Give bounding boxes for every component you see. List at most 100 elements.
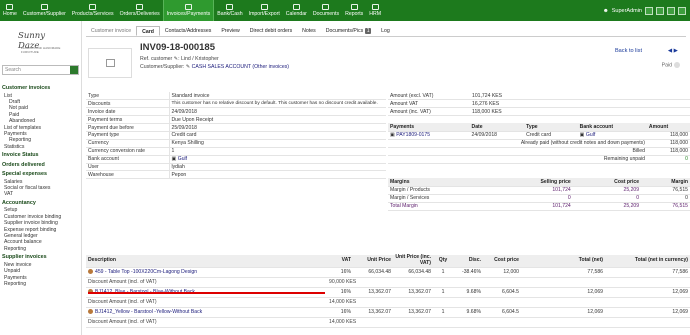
- sidebar-item-accountancy[interactable]: Accountancy: [2, 200, 80, 208]
- line-spacer: [433, 297, 690, 308]
- info-value: Kenya Shilling: [169, 139, 386, 148]
- product-link[interactable]: BJ1412_Yellow - Barstool -Yellow-Without…: [95, 309, 202, 315]
- lines-header-unit-price-inc-vat: Unit Price (inc. VAT): [393, 254, 433, 268]
- lines-header-total-net: Total (net): [521, 255, 605, 268]
- tab-notes[interactable]: Notes: [297, 26, 321, 36]
- payment-cell[interactable]: ▣ Gulf: [577, 131, 647, 140]
- line-discount-row: Discount Amount (incl. of VAT) 14,000 KES: [86, 297, 690, 308]
- record-nav-arrows[interactable]: ◀ ▶: [668, 48, 678, 54]
- info-value-text: Due Upon Receipt: [171, 116, 214, 123]
- sidebar-item-supplier-invoices[interactable]: Supplier invoices: [2, 254, 80, 262]
- menu-hrm[interactable]: HRM: [366, 0, 384, 21]
- tab-log[interactable]: Log: [376, 26, 395, 36]
- customer-link[interactable]: CASH SALES ACCOUNT: [192, 64, 251, 70]
- margin-cell: Margin / Products: [388, 186, 492, 195]
- payment-row: ▣ PAY1809-0175 24/09/2018 Credit card ▣ Gul…: [388, 131, 690, 140]
- margin-row-total-margin: Total Margin 101,724 25,209 76,515: [388, 202, 690, 211]
- payment-cell[interactable]: ▣ PAY1809-0175: [388, 131, 470, 140]
- line-t: 12,069: [521, 307, 605, 318]
- menu-label: Calendar: [285, 11, 307, 17]
- billed-label: Billed: [388, 147, 647, 156]
- info-label: User: [86, 163, 170, 172]
- payment-cell: Credit card: [524, 131, 578, 140]
- info-value: Due Upon Receipt: [169, 115, 386, 125]
- bookmark-icon[interactable]: [656, 6, 664, 15]
- info-row-payment-due-before: Payment due before 25/09/2018: [86, 123, 386, 132]
- line-u: 13,362.07: [353, 307, 393, 318]
- tab-direct-debit-orders[interactable]: Direct debit orders: [245, 26, 297, 36]
- menu-label: Orders/Deliveries: [119, 11, 160, 17]
- line-v: 16%: [329, 307, 353, 318]
- search-icon[interactable]: [70, 66, 78, 74]
- margins-header-margins: Margins: [388, 178, 492, 187]
- line-spacer: [433, 277, 690, 288]
- amount-value: 16,276 KES: [470, 99, 690, 109]
- reports-icon: [350, 4, 358, 10]
- red-underline-annotation: [88, 292, 325, 294]
- info-label: Currency: [86, 139, 170, 148]
- menu-home[interactable]: Home: [0, 0, 20, 21]
- info-row-bank-account: Bank account ▣ Gulf: [86, 155, 386, 164]
- menu-label: Reports: [345, 11, 364, 17]
- amount-row-amount-inc-vat: Amount (inc. VAT) 118,000 KES: [388, 107, 690, 117]
- info-label: Warehouse: [86, 170, 170, 180]
- tab-label: Documents/Pics: [325, 28, 364, 34]
- other-invoices-link[interactable]: (Other invoices): [252, 64, 289, 70]
- sidebar-item-invoice-status[interactable]: Invoice Status: [2, 152, 80, 160]
- menu-orders-deliveries[interactable]: Orders/Deliveries: [117, 0, 163, 21]
- amount-label: Amount (inc. VAT): [388, 107, 470, 117]
- menu-invoices-payments[interactable]: Invoices/Payments: [162, 0, 215, 21]
- menu-documents[interactable]: Documents: [310, 0, 342, 21]
- sidebar-item-customer-invoices[interactable]: Customer invoices: [2, 85, 80, 93]
- margins-header-margin: Margin: [641, 178, 690, 187]
- line-description: 459 - Table Top -100X220Cm-Lagong Design: [86, 267, 329, 278]
- tab-bar: Customer invoice Card Contacts/Addresses Pr…: [86, 26, 686, 37]
- payment-ref-link[interactable]: PAY1809-0175: [396, 132, 430, 138]
- menu-import-export[interactable]: Import/Export: [246, 0, 283, 21]
- bank-link[interactable]: Gulf: [178, 156, 187, 162]
- tab-documents-pics[interactable]: Documents/Pics 1: [321, 26, 376, 36]
- margin-cell: 0: [572, 194, 642, 203]
- search-input[interactable]: Search: [2, 65, 79, 75]
- help-icon[interactable]: [678, 6, 686, 15]
- menu-calendar[interactable]: Calendar: [283, 0, 310, 21]
- bank-link[interactable]: Gulf: [586, 132, 595, 138]
- tab-contacts-addresses[interactable]: Contacts/Addresses: [160, 26, 216, 36]
- sidebar-item-reporting[interactable]: Reporting: [2, 281, 80, 287]
- product-icon: [88, 269, 93, 275]
- sidebar-item-vat[interactable]: VAT: [2, 191, 80, 197]
- tab-label: Log: [381, 28, 390, 34]
- menu-label: Import/Export: [248, 11, 280, 17]
- menu-bank-cash[interactable]: Bank/Cash: [214, 0, 245, 21]
- print-icon[interactable]: [667, 6, 675, 15]
- line-c: 6,604.5: [483, 287, 521, 298]
- user-icon[interactable]: ☻: [603, 8, 609, 14]
- username[interactable]: SuperAdmin: [612, 8, 642, 14]
- sidebar-item-reporting[interactable]: Reporting: [2, 246, 80, 252]
- customer-line: Customer/Supplier: ✎ CASH SALES ACCOUNT …: [140, 64, 290, 70]
- tab-card[interactable]: Card: [136, 26, 160, 36]
- menu-customer-supplier[interactable]: Customer/Supplier: [20, 0, 69, 21]
- image-icon: [106, 59, 115, 67]
- sidebar-item-special-expenses[interactable]: Special expenses: [2, 171, 80, 179]
- sidebar-item-statistics[interactable]: Statistics: [2, 144, 80, 150]
- remaining-label: Remaining unpaid: [388, 155, 647, 164]
- paid-status: Paid: [662, 62, 680, 68]
- sidebar-item-orders-delivered[interactable]: Orders delivered: [2, 162, 80, 170]
- edit-icon[interactable]: ✎: [186, 64, 190, 70]
- lines-header-vat: VAT: [329, 255, 353, 268]
- discount-value: 14,000 KES: [329, 317, 433, 328]
- back-to-list-link[interactable]: Back to list: [615, 48, 642, 54]
- margins-header-cost-price: Cost price: [572, 178, 642, 187]
- menu-label: HRM: [369, 11, 382, 17]
- info-value-text: Standard invoice: [171, 92, 210, 99]
- menu-reports[interactable]: Reports: [342, 0, 366, 21]
- documents-icon: [322, 4, 330, 10]
- product-link[interactable]: 459 - Table Top -100X220Cm-Lagong Design: [95, 269, 197, 275]
- status-dot-icon: [674, 62, 680, 68]
- menu-products-services[interactable]: Products/Services: [69, 0, 117, 21]
- invoice-info-table: Type Standard invoice Discounts This custom…: [86, 92, 386, 180]
- home-icon[interactable]: [645, 6, 653, 15]
- tab-preview[interactable]: Preview: [216, 26, 244, 36]
- line-v: 16%: [329, 287, 353, 298]
